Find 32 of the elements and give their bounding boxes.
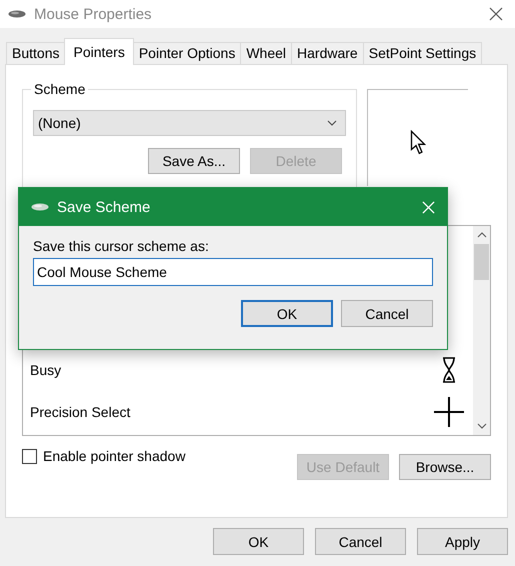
mouse-icon [8,10,26,18]
dialog-button[interactable]: OK [241,300,333,327]
close-icon[interactable] [489,7,503,21]
checkbox-label[interactable]: Enable pointer shadow [43,448,186,464]
tab[interactable]: SetPoint Settings [362,42,482,64]
chevron-down-icon [327,120,337,126]
tab[interactable]: Buttons [6,42,66,64]
list-button[interactable]: Browse... [399,454,491,480]
group-label: Scheme [31,81,88,97]
dialog-button[interactable]: Cancel [341,300,433,327]
dialog-title: Save Scheme [57,198,152,216]
checkbox[interactable] [22,449,37,464]
scroll-thumb[interactable] [474,244,489,280]
prompt-text: Save this cursor scheme as: [33,238,210,254]
hourglass-icon [441,356,457,384]
scrollbar[interactable] [473,226,490,435]
cursor-name[interactable]: Precision Select [30,404,130,420]
tab[interactable]: Pointers [64,38,134,65]
scheme-name-field[interactable]: Cool Mouse Scheme [33,258,433,286]
scroll-up-icon[interactable] [476,232,486,238]
tab[interactable]: Pointer Options [132,42,242,64]
scheme-button[interactable]: Save As... [148,148,240,174]
window-title: Mouse Properties [34,6,153,22]
cursor-name[interactable]: Busy [30,362,62,378]
mouse-icon [31,203,49,211]
scroll-down-icon[interactable] [476,423,486,429]
crosshair-icon [434,397,464,427]
dialog-button[interactable]: Apply [417,528,508,555]
dialog-button[interactable]: Cancel [315,528,406,555]
dialog-button[interactable]: OK [213,528,304,555]
scheme-dropdown[interactable]: (None) [33,110,346,136]
arrow-cursor-icon [410,130,426,156]
